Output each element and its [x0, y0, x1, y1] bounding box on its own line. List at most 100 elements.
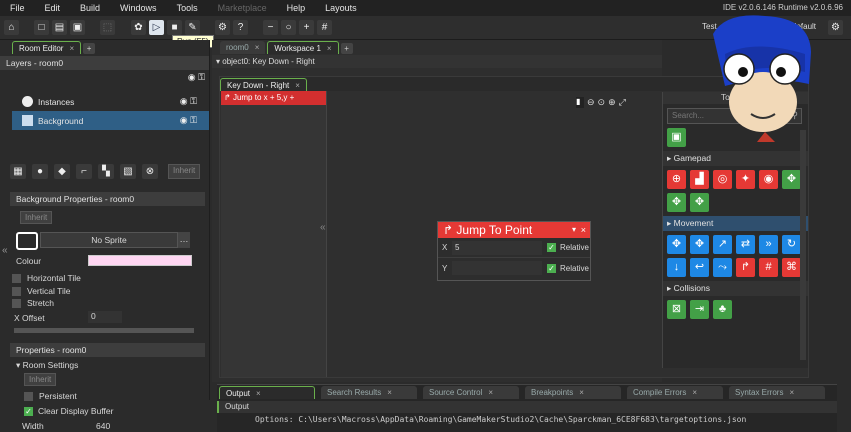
gamepad-dpad-icon[interactable]: ✥: [690, 193, 709, 212]
close-icon[interactable]: ×: [789, 386, 794, 399]
node-header[interactable]: ↱ Jump To Point ▾ ×: [438, 222, 590, 238]
visibility-icon[interactable]: ◉ ⚿: [180, 96, 197, 107]
help-icon[interactable]: ?: [233, 20, 248, 35]
gamepad-dpad-icon[interactable]: ✥: [782, 170, 801, 189]
add-folder-icon[interactable]: ▚: [98, 164, 114, 179]
package-icon[interactable]: ⬚: [100, 20, 115, 35]
gamepad-dpad-icon[interactable]: ✥: [667, 193, 686, 212]
room-settings-group[interactable]: ▾ Room Settings: [16, 360, 78, 371]
menu-tools[interactable]: Tools: [167, 3, 208, 13]
add-tile-layer-icon[interactable]: ⌐: [76, 164, 92, 179]
add-path-layer-icon[interactable]: ▧: [120, 164, 136, 179]
grid-icon[interactable]: #: [317, 20, 332, 35]
category-movement[interactable]: ▸ Movement: [663, 216, 808, 231]
clean-icon[interactable]: ✎: [185, 20, 200, 35]
y-relative-checkbox[interactable]: ✓: [547, 263, 556, 273]
sprite-menu-button[interactable]: …: [178, 232, 190, 248]
menu-file[interactable]: File: [0, 3, 35, 13]
zoom-out-icon[interactable]: ⊖: [587, 97, 595, 108]
inherit-layers-button[interactable]: Inherit: [168, 164, 201, 179]
close-icon[interactable]: ×: [488, 386, 493, 399]
menu-build[interactable]: Build: [70, 3, 110, 13]
menu-windows[interactable]: Windows: [110, 3, 167, 13]
close-icon[interactable]: ×: [255, 41, 260, 54]
save-icon[interactable]: ▣: [70, 20, 85, 35]
tab-compile-errors[interactable]: Compile Errors ×: [627, 386, 723, 399]
fit-screen-icon[interactable]: ⤢: [619, 97, 626, 108]
category-collisions[interactable]: ▸ Collisions: [663, 281, 808, 296]
zoom-reset-icon[interactable]: ○: [281, 20, 296, 35]
collision-icon[interactable]: ▣: [667, 128, 686, 147]
tab-search-results[interactable]: Search Results ×: [321, 386, 417, 399]
jump-random-icon[interactable]: ⌘: [782, 258, 801, 277]
move-bounce-icon[interactable]: ⤳: [713, 258, 732, 277]
persistent-option[interactable]: Persistent: [24, 391, 77, 402]
gamepad-connect-icon[interactable]: ▟: [690, 170, 709, 189]
jump-to-point-icon[interactable]: ↱: [736, 258, 755, 277]
menu-marketplace[interactable]: Marketplace: [208, 3, 277, 13]
delete-layer-icon[interactable]: ⊗: [142, 164, 158, 179]
x-relative-checkbox[interactable]: ✓: [547, 243, 556, 252]
debug-icon[interactable]: ✿: [131, 20, 146, 35]
zoom-in-icon[interactable]: +: [299, 20, 314, 35]
gamepad-stick-icon[interactable]: ✦: [736, 170, 755, 189]
y-input[interactable]: [452, 261, 542, 275]
tab-breakpoints[interactable]: Breakpoints ×: [525, 386, 621, 399]
tab-output[interactable]: Output ×: [219, 386, 315, 399]
move-towards-icon[interactable]: ↗: [713, 235, 732, 254]
gamepad-axis-icon[interactable]: ◎: [713, 170, 732, 189]
horizontal-scrollbar[interactable]: [14, 328, 194, 333]
close-icon[interactable]: ×: [387, 386, 392, 399]
visibility-icon[interactable]: ◉ ⚿: [180, 115, 197, 126]
layer-background[interactable]: Background ◉ ⚿: [12, 111, 209, 130]
new-project-icon[interactable]: □: [34, 20, 49, 35]
close-icon[interactable]: ×: [579, 386, 584, 399]
add-instance-layer-icon[interactable]: ●: [32, 164, 48, 179]
menu-help[interactable]: Help: [277, 3, 316, 13]
move-speed-icon[interactable]: »: [759, 235, 778, 254]
add-workspace-button[interactable]: +: [340, 43, 353, 54]
width-input[interactable]: 640: [96, 421, 110, 431]
cursor-icon[interactable]: ▮: [576, 97, 584, 108]
node-close-icon[interactable]: ×: [581, 222, 586, 238]
jump-to-point-node[interactable]: ↱ Jump To Point ▾ × X 5 ✓ Relative Y ✓ R…: [437, 221, 591, 281]
horizontal-tile-option[interactable]: Horizontal Tile: [12, 273, 81, 284]
collapse-icon[interactable]: «: [320, 222, 326, 233]
action-jump-to-point[interactable]: ↱ Jump to x + 5,y +: [221, 91, 326, 105]
home-icon[interactable]: ⌂: [4, 20, 19, 35]
close-icon[interactable]: ×: [295, 79, 300, 91]
tab-workspace-1[interactable]: Workspace 1 ×: [267, 41, 339, 54]
category-gamepad[interactable]: ▸ Gamepad: [663, 151, 808, 166]
add-background-layer-icon[interactable]: ▦: [10, 164, 26, 179]
close-icon[interactable]: ×: [692, 386, 697, 399]
x-offset-input[interactable]: 0: [88, 311, 122, 323]
menu-layouts[interactable]: Layouts: [315, 3, 367, 13]
collision-point-icon[interactable]: ⇥: [690, 300, 709, 319]
collision-check-icon[interactable]: ⊠: [667, 300, 686, 319]
sprite-select[interactable]: No Sprite: [40, 232, 178, 248]
inherit-room-button[interactable]: Inherit: [24, 373, 57, 386]
tab-room0[interactable]: room0 ×: [220, 41, 266, 54]
open-project-icon[interactable]: ▤: [52, 20, 67, 35]
stop-icon[interactable]: ■: [167, 20, 182, 35]
menu-edit[interactable]: Edit: [35, 3, 71, 13]
layer-instances[interactable]: Instances ◉ ⚿: [0, 92, 209, 111]
clear-display-option[interactable]: ✓ Clear Display Buffer: [24, 406, 113, 417]
run-button[interactable]: ▷: [149, 20, 164, 35]
sprite-preview[interactable]: [16, 232, 38, 250]
zoom-reset-icon[interactable]: ⊙: [598, 97, 606, 108]
close-icon[interactable]: ×: [327, 42, 332, 54]
inherit-background-button[interactable]: Inherit: [20, 211, 53, 224]
toolbox-scrollbar[interactable]: [800, 130, 806, 360]
zoom-out-icon[interactable]: −: [263, 20, 278, 35]
close-icon[interactable]: ×: [256, 387, 261, 399]
tab-room-editor[interactable]: Room Editor ×: [12, 41, 82, 54]
move-fixed-icon[interactable]: ✥: [667, 235, 686, 254]
visibility-icon[interactable]: ◉ ⚿: [188, 72, 205, 83]
gamepad-target-icon[interactable]: ⊕: [667, 170, 686, 189]
move-wrap-icon[interactable]: ⇄: [736, 235, 755, 254]
add-asset-layer-icon[interactable]: ◆: [54, 164, 70, 179]
tab-key-down-right[interactable]: Key Down - Right ×: [220, 78, 307, 91]
move-free-icon[interactable]: ✥: [690, 235, 709, 254]
move-reverse-icon[interactable]: ↩: [690, 258, 709, 277]
